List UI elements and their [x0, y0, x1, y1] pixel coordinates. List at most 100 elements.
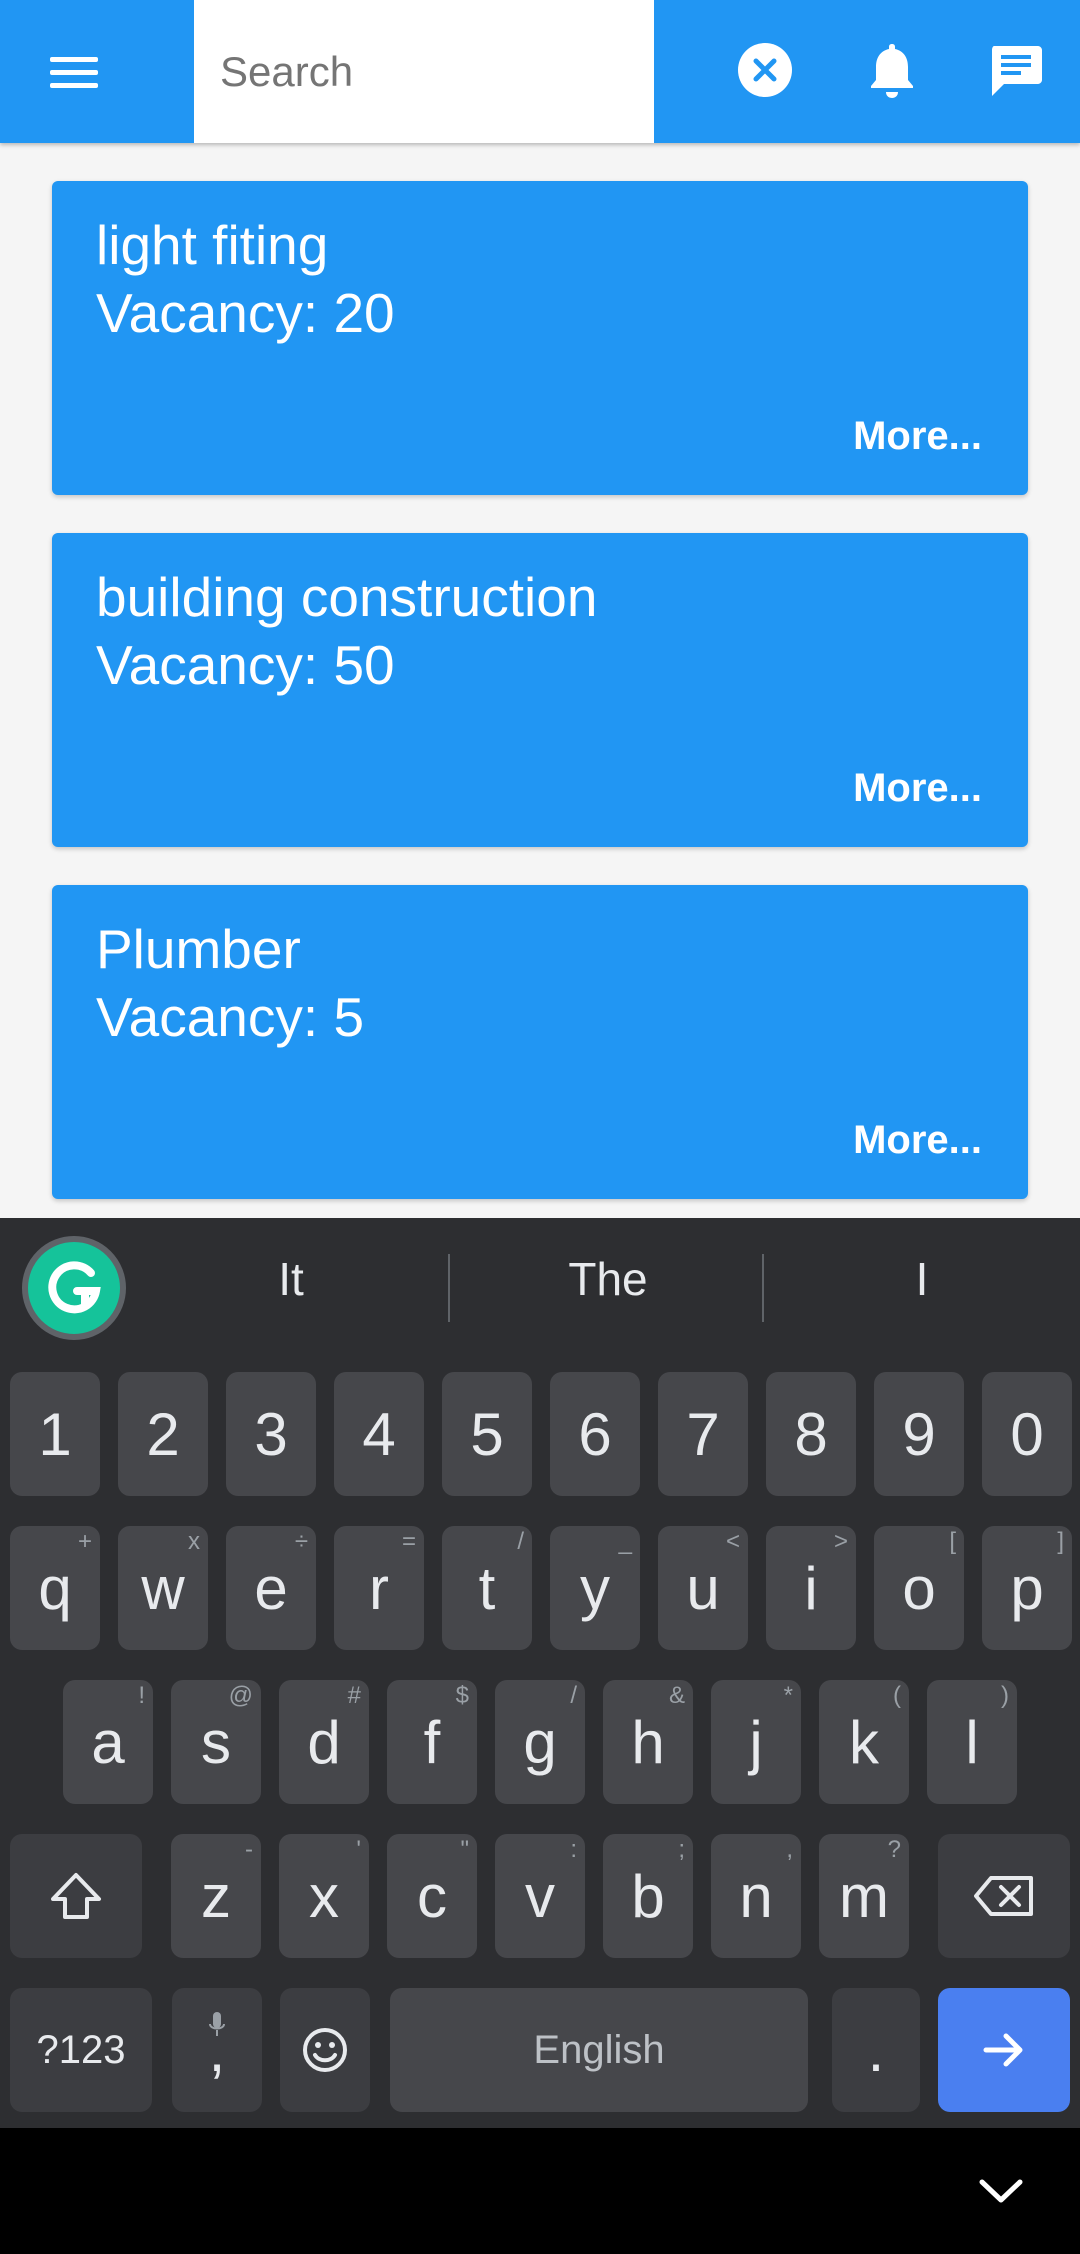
more-link[interactable]: More...: [853, 766, 982, 811]
clear-search-icon[interactable]: [738, 43, 792, 97]
key-9[interactable]: 9: [874, 1372, 964, 1496]
job-title: light fiting: [96, 214, 329, 276]
suggestion-bar: It The I: [0, 1218, 1080, 1358]
shift-key[interactable]: [10, 1834, 142, 1958]
job-title: building construction: [96, 566, 598, 628]
key-label: j: [749, 1708, 763, 1776]
key-n[interactable]: n,: [711, 1834, 801, 1958]
key-hint: !: [138, 1682, 145, 1709]
job-card[interactable]: building construction Vacancy: 50 More..…: [52, 533, 1028, 847]
emoji-key[interactable]: [280, 1988, 370, 2112]
suggestion-divider: [762, 1254, 764, 1322]
key-s[interactable]: s @: [171, 1680, 261, 1804]
key-l[interactable]: l): [927, 1680, 1017, 1804]
key-7[interactable]: 7: [658, 1372, 748, 1496]
key-5[interactable]: 5: [442, 1372, 532, 1496]
enter-key[interactable]: [938, 1988, 1070, 2112]
key-hint: /: [517, 1528, 524, 1555]
key-c[interactable]: c ": [387, 1834, 477, 1958]
key-x[interactable]: x ': [279, 1834, 369, 1958]
key-hint: +: [77, 1528, 92, 1555]
vacancy-count: 20: [333, 282, 395, 344]
key-label: o: [902, 1554, 936, 1622]
key-z[interactable]: z-: [171, 1834, 261, 1958]
backspace-icon: [974, 1876, 1033, 1916]
key-b[interactable]: b;: [603, 1834, 693, 1958]
key-2[interactable]: 2: [118, 1372, 208, 1496]
suggestion-divider: [448, 1254, 450, 1322]
suggestion-3[interactable]: I: [772, 1252, 1072, 1306]
emoji-icon: [303, 2028, 347, 2072]
key-6[interactable]: 6: [550, 1372, 640, 1496]
key-k[interactable]: k(: [819, 1680, 909, 1804]
key-y[interactable]: y _: [550, 1526, 640, 1650]
key-4[interactable]: 4: [334, 1372, 424, 1496]
key-label: d: [307, 1708, 341, 1776]
key-o[interactable]: o[: [874, 1526, 964, 1650]
key-e[interactable]: e ÷: [226, 1526, 316, 1650]
key-1[interactable]: 1: [10, 1372, 100, 1496]
menu-icon[interactable]: [32, 36, 116, 108]
key-q[interactable]: q +: [10, 1526, 100, 1650]
key-3[interactable]: 3: [226, 1372, 316, 1496]
key-hint: ': [356, 1836, 361, 1863]
key-d[interactable]: d #: [279, 1680, 369, 1804]
job-vacancy: Vacancy: 50: [96, 631, 395, 699]
key-h[interactable]: h &: [603, 1680, 693, 1804]
key-hint: _: [618, 1528, 632, 1555]
job-vacancy: Vacancy: 20: [96, 279, 395, 347]
key-w[interactable]: wx: [118, 1526, 208, 1650]
symbols-key[interactable]: ?123: [10, 1988, 152, 2112]
period-key[interactable]: .: [832, 1988, 920, 2112]
system-nav-bar: [0, 2128, 1080, 2254]
suggestion-2[interactable]: The: [458, 1252, 758, 1306]
key-a[interactable]: a!: [63, 1680, 153, 1804]
key-m[interactable]: m?: [819, 1834, 909, 1958]
grammarly-icon[interactable]: [22, 1236, 126, 1340]
search-input[interactable]: [220, 47, 654, 96]
bell-icon[interactable]: [866, 40, 918, 100]
job-title: Plumber: [96, 918, 301, 980]
key-label: i: [804, 1554, 818, 1622]
key-u[interactable]: u <: [658, 1526, 748, 1650]
key-label: m: [839, 1862, 889, 1930]
backspace-key[interactable]: [938, 1834, 1070, 1958]
key-hint: ?: [887, 1836, 901, 1863]
search-box[interactable]: [194, 0, 654, 143]
key-8[interactable]: 8: [766, 1372, 856, 1496]
key-hint: $: [455, 1682, 469, 1709]
key-hint: ": [460, 1836, 469, 1863]
key-r[interactable]: r =: [334, 1526, 424, 1650]
hide-keyboard-icon[interactable]: [974, 2168, 1028, 2214]
key-g[interactable]: g /: [495, 1680, 585, 1804]
key-f[interactable]: f $: [387, 1680, 477, 1804]
key-j[interactable]: j *: [711, 1680, 801, 1804]
key-label: k: [849, 1708, 879, 1776]
space-key[interactable]: English: [390, 1988, 808, 2112]
key-0[interactable]: 0: [982, 1372, 1072, 1496]
job-card[interactable]: Plumber Vacancy: 5 More...: [52, 885, 1028, 1199]
key-hint: :: [570, 1836, 577, 1863]
soft-keyboard: It The I ?123 , English . 1 2 3 4 5 6 7 8 9 0 q + w x…: [0, 1218, 1080, 2128]
chat-icon[interactable]: [988, 42, 1044, 98]
key-label: p: [1010, 1554, 1044, 1622]
key-hint: [: [949, 1528, 956, 1555]
key-hint: ÷: [294, 1528, 308, 1555]
more-link[interactable]: More...: [853, 1118, 982, 1163]
key-label: b: [631, 1862, 665, 1930]
key-i[interactable]: i >: [766, 1526, 856, 1650]
comma-key[interactable]: ,: [172, 1988, 262, 2112]
key-p[interactable]: p]: [982, 1526, 1072, 1650]
key-t[interactable]: t /: [442, 1526, 532, 1650]
key-hint: ): [1001, 1682, 1009, 1709]
vacancy-label: Vacancy:: [96, 986, 334, 1048]
more-link[interactable]: More...: [853, 414, 982, 459]
key-hint: ]: [1057, 1528, 1064, 1555]
suggestion-1[interactable]: It: [141, 1252, 441, 1306]
key-hint: *: [783, 1682, 793, 1709]
job-card[interactable]: light fiting Vacancy: 20 More...: [52, 181, 1028, 495]
key-hint: &: [668, 1682, 685, 1709]
key-v[interactable]: v:: [495, 1834, 585, 1958]
key-label: w: [141, 1554, 185, 1622]
app-bar: [0, 0, 1080, 143]
